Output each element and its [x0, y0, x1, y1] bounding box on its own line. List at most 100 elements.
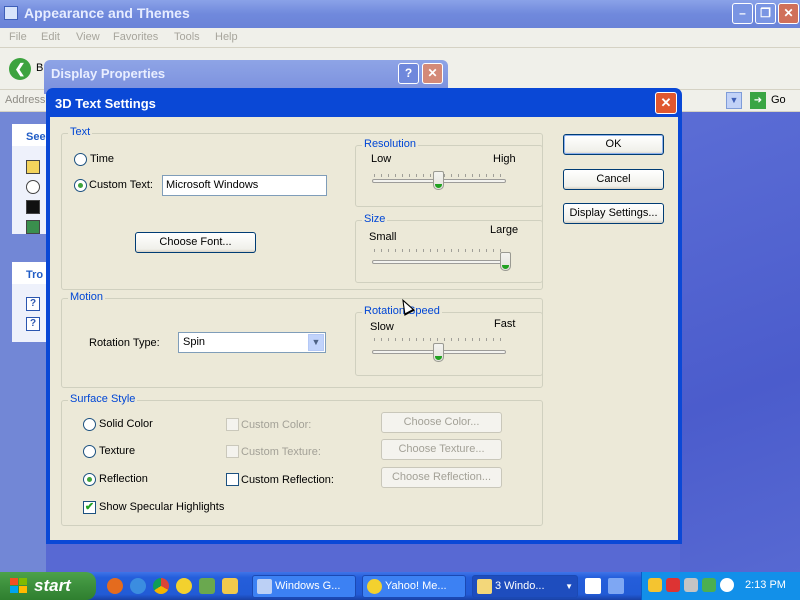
menu-edit[interactable]: Edit: [41, 31, 60, 43]
cancel-button[interactable]: Cancel: [563, 169, 664, 190]
task-sidebar: See Tro ? ?: [0, 112, 46, 574]
ok-button[interactable]: OK: [563, 134, 664, 155]
specular-highlights-checkbox[interactable]: ✔: [83, 501, 96, 514]
background-title-bar[interactable]: Appearance and Themes – ❐ ✕: [0, 0, 800, 28]
texture-radio[interactable]: [83, 445, 96, 458]
troubleshooters-heading[interactable]: Tro: [26, 269, 43, 281]
lock-icon[interactable]: [222, 578, 238, 594]
user-picture-icon[interactable]: [26, 220, 40, 234]
dialog-body: Text Time Custom Text: Microsoft Windows…: [50, 117, 678, 540]
specular-highlights-label[interactable]: Show Specular Highlights: [99, 501, 224, 513]
menu-bar: File Edit View Favorites Tools Help: [0, 28, 800, 76]
task-label: Yahoo! Me...: [385, 580, 447, 592]
display-properties-title: Display Properties: [51, 66, 166, 81]
high-contrast-icon[interactable]: [26, 200, 40, 214]
menu-help[interactable]: Help: [215, 31, 238, 43]
clock[interactable]: 2:13 PM: [745, 579, 786, 591]
size-slider-thumb[interactable]: [500, 252, 511, 271]
msn-messenger-icon[interactable]: [199, 578, 215, 594]
go-arrow-icon[interactable]: ➜: [750, 92, 766, 109]
custom-color-checkbox[interactable]: [226, 418, 239, 431]
start-button[interactable]: start: [0, 572, 96, 600]
resolution-low-label: Low: [371, 153, 392, 165]
motion-group-label: Motion: [68, 291, 106, 303]
3d-text-settings-dialog: 3D Text Settings ✕ Text Time Custom Text…: [46, 88, 682, 544]
taskbar-task-yahoo[interactable]: Yahoo! Me...: [362, 575, 466, 598]
folder-icon: [477, 579, 492, 594]
rotation-speed-slider-thumb[interactable]: [433, 343, 444, 362]
choose-texture-button[interactable]: Choose Texture...: [381, 439, 502, 460]
resolution-high-label: High: [493, 153, 516, 165]
resolution-label: Resolution: [362, 138, 418, 150]
custom-text-label[interactable]: Custom Text:: [89, 179, 153, 191]
taskbar-task-windows-group[interactable]: 3 Windo... ▼: [472, 575, 578, 598]
minimize-button[interactable]: –: [732, 3, 753, 24]
rotation-speed-fast-label: Fast: [494, 318, 516, 330]
dialog-close-button[interactable]: ✕: [655, 92, 677, 114]
chevron-down-icon[interactable]: ▼: [308, 334, 324, 351]
dialog-title: 3D Text Settings: [55, 96, 156, 111]
rotation-type-label: Rotation Type:: [89, 337, 160, 349]
maximize-button[interactable]: ❐: [755, 3, 776, 24]
go-button-label[interactable]: Go: [771, 94, 786, 106]
custom-reflection-label[interactable]: Custom Reflection:: [241, 474, 334, 486]
time-label[interactable]: Time: [90, 153, 114, 165]
help-icon[interactable]: [585, 578, 601, 594]
yahoo-messenger-icon[interactable]: [176, 578, 192, 594]
display-settings-button[interactable]: Display Settings...: [563, 203, 664, 224]
security-shield-icon[interactable]: [648, 578, 662, 592]
network-connection-icon[interactable]: [684, 578, 698, 592]
rotation-speed-ticks: [374, 338, 507, 341]
update-icon[interactable]: [702, 578, 716, 592]
display-properties-close-button[interactable]: ✕: [422, 63, 443, 84]
back-button-label[interactable]: B: [36, 62, 43, 74]
solid-color-label[interactable]: Solid Color: [99, 418, 153, 430]
system-tray: 2:13 PM: [641, 572, 800, 600]
menu-favorites[interactable]: Favorites: [113, 31, 158, 43]
scroll-arrows-icon[interactable]: [608, 578, 624, 594]
start-label: start: [34, 576, 71, 595]
address-dropdown-icon[interactable]: ▼: [726, 92, 742, 109]
firefox-icon[interactable]: [107, 578, 123, 594]
custom-color-label: Custom Color:: [241, 419, 312, 431]
custom-texture-checkbox[interactable]: [226, 445, 239, 458]
size-small-label: Small: [369, 231, 397, 243]
menu-view[interactable]: View: [76, 31, 100, 43]
windows-flag-icon: [10, 578, 28, 594]
internet-explorer-icon[interactable]: [130, 578, 146, 594]
reflection-label[interactable]: Reflection: [99, 473, 148, 485]
custom-text-radio[interactable]: [74, 179, 87, 192]
solid-color-radio[interactable]: [83, 418, 96, 431]
menu-file[interactable]: File: [9, 31, 27, 43]
rotation-type-value: Spin: [183, 336, 206, 348]
size-slider-track[interactable]: [372, 260, 506, 264]
task-label: 3 Windo...: [495, 580, 545, 592]
chrome-icon[interactable]: [153, 578, 169, 594]
volume-icon[interactable]: [720, 578, 734, 592]
choose-reflection-button[interactable]: Choose Reflection...: [381, 467, 502, 488]
help-icon[interactable]: ?: [26, 317, 40, 331]
help-icon[interactable]: ?: [26, 297, 40, 311]
choose-font-button[interactable]: Choose Font...: [135, 232, 256, 253]
help-button[interactable]: ?: [398, 63, 419, 84]
back-arrow-icon[interactable]: ❮: [9, 58, 31, 80]
time-radio[interactable]: [74, 153, 87, 166]
texture-label[interactable]: Texture: [99, 445, 135, 457]
rotation-type-select[interactable]: Spin ▼: [178, 332, 326, 353]
fonts-icon[interactable]: [26, 160, 40, 174]
see-also-heading[interactable]: See: [26, 131, 46, 143]
rotation-speed-slow-label: Slow: [370, 321, 394, 333]
appearance-themes-icon: [4, 6, 18, 20]
resolution-slider-thumb[interactable]: [433, 171, 444, 190]
chevron-down-icon: ▼: [565, 582, 573, 591]
custom-text-input[interactable]: Microsoft Windows: [162, 175, 327, 196]
background-window-title: Appearance and Themes: [24, 5, 190, 21]
close-button[interactable]: ✕: [778, 3, 799, 24]
taskbar-task-windows[interactable]: Windows G...: [252, 575, 356, 598]
mouse-pointers-icon[interactable]: [26, 180, 40, 194]
choose-color-button[interactable]: Choose Color...: [381, 412, 502, 433]
reflection-radio[interactable]: [83, 473, 96, 486]
menu-tools[interactable]: Tools: [174, 31, 200, 43]
antivirus-icon[interactable]: [666, 578, 680, 592]
custom-reflection-checkbox[interactable]: [226, 473, 239, 486]
